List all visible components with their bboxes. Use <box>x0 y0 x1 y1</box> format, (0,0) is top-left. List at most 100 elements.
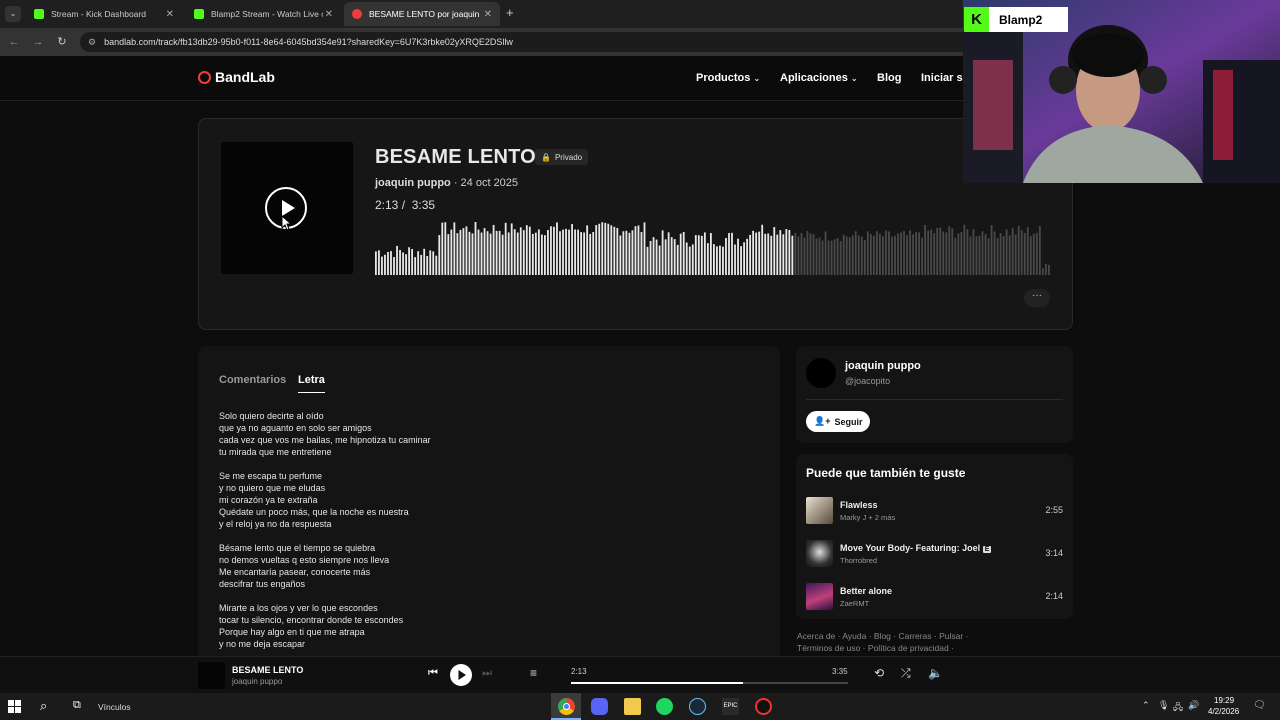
footer-link[interactable]: Términos de uso <box>797 643 860 653</box>
clock-date[interactable]: 4/2/2026 <box>1208 707 1239 716</box>
footer-link[interactable]: Carreras <box>898 631 931 641</box>
player-current-time: 2:13 <box>571 667 587 676</box>
links-label[interactable]: Vínculos <box>98 702 131 712</box>
search-icon[interactable]: ⌕ <box>40 698 47 714</box>
waveform-bar <box>948 226 951 275</box>
chrome-icon[interactable] <box>558 698 575 715</box>
browser-tab-kick-dashboard[interactable]: Stream - Kick Dashboard ✕ <box>26 2 182 26</box>
lyrics-line: Porque hay algo en ti que me atrapa <box>219 627 365 637</box>
lyrics-line: no demos vueltas q esto siempre nos llev… <box>219 555 390 565</box>
tab-letra[interactable]: Letra <box>298 374 325 393</box>
tab-search-icon[interactable]: ⌄ <box>5 6 21 22</box>
nav-blog[interactable]: Blog <box>877 72 901 84</box>
waveform-bar <box>1011 228 1014 275</box>
waveform-bar <box>939 227 942 275</box>
progress-slider[interactable] <box>571 682 848 684</box>
kick-channel-badge: K Blamp2 <box>964 7 1068 32</box>
player-track-title[interactable]: BESAME LENTO <box>232 665 303 675</box>
track-artist-link[interactable]: joaquin puppo <box>375 177 451 189</box>
close-tab-icon[interactable]: ✕ <box>166 9 174 20</box>
list-item[interactable]: Flawless Marky J + 2 más 2:55 <box>806 497 1063 525</box>
site-info-icon[interactable]: ⚙ <box>88 37 96 48</box>
tray-chevron-icon[interactable]: ⌃ <box>1142 700 1150 711</box>
waveform-bar <box>915 232 918 275</box>
windows-start-icon[interactable] <box>8 700 21 713</box>
forward-arrow-icon[interactable]: → <box>30 34 46 50</box>
next-icon[interactable]: ⏭ <box>482 667 492 680</box>
epic-games-icon[interactable]: EPIC <box>722 698 739 715</box>
player-track-artist[interactable]: joaquin puppo <box>232 677 282 686</box>
waveform-bar <box>661 230 664 275</box>
close-tab-icon[interactable]: ✕ <box>484 9 492 20</box>
waveform-bar <box>851 235 854 275</box>
footer-link[interactable]: Pulsar <box>939 631 963 641</box>
back-arrow-icon[interactable]: ← <box>6 34 22 50</box>
waveform[interactable] <box>375 217 1051 275</box>
waveform-bar <box>821 240 824 275</box>
queue-icon[interactable]: ≡ <box>530 666 537 680</box>
lyrics-line: tu mirada que me entretiene <box>219 447 332 457</box>
spotify-icon[interactable] <box>656 698 673 715</box>
task-view-icon[interactable]: ⧉ <box>73 699 81 712</box>
browser-tab-bandlab[interactable]: BESAME LENTO por joaquin pu ✕ <box>344 2 500 26</box>
waveform-bar <box>833 239 836 275</box>
waveform-bar <box>1023 233 1026 275</box>
clock-time[interactable]: 19:29 <box>1214 696 1234 705</box>
footer-link[interactable]: Ayuda <box>842 631 866 641</box>
waveform-bar <box>776 234 779 275</box>
follow-button[interactable]: 👤+ Seguir <box>806 411 871 432</box>
new-tab-icon[interactable]: + <box>506 5 514 20</box>
bandlab-logo[interactable]: BandLab <box>198 69 275 85</box>
waveform-bar <box>673 239 676 275</box>
notifications-icon[interactable]: 🗨 <box>1253 700 1266 711</box>
tab-title: BESAME LENTO por joaquin pu <box>369 9 479 19</box>
more-options-button[interactable]: ··· <box>1024 289 1050 307</box>
waveform-bar <box>752 230 755 275</box>
reload-icon[interactable]: ↻ <box>54 34 70 50</box>
footer-link[interactable]: Blog <box>874 631 891 641</box>
tab-comentarios[interactable]: Comentarios <box>219 374 286 386</box>
volume-icon[interactable]: 🔈 <box>928 666 943 680</box>
kick-favicon-icon <box>34 9 44 19</box>
url-input[interactable]: ⚙ bandlab.com/track/fb13db29-95b0-f011-8… <box>80 32 980 52</box>
browser-tab-blamp2-stream[interactable]: Blamp2 Stream - Watch Live on ✕ <box>186 2 341 26</box>
player-cover[interactable] <box>198 662 225 689</box>
waveform-bar <box>1041 268 1044 275</box>
avatar[interactable] <box>806 358 836 388</box>
waveform-bar <box>583 232 586 275</box>
lyrics-line: Solo quiero decirte al oído <box>219 411 324 421</box>
list-item[interactable]: Move Your Body- Featuring: Joel E Thorro… <box>806 540 1063 568</box>
waveform-bar <box>731 232 733 275</box>
waveform-bar <box>839 241 842 275</box>
play-pause-button[interactable] <box>450 664 472 686</box>
discord-icon[interactable] <box>591 698 608 715</box>
list-item[interactable]: Better alone ZaeRMT 2:14 <box>806 583 1063 611</box>
waveform-bar <box>390 251 392 275</box>
waveform-bar <box>504 222 507 275</box>
waveform-bar <box>417 251 420 275</box>
microphone-icon[interactable]: 🎙 <box>1158 700 1169 711</box>
close-tab-icon[interactable]: ✕ <box>325 9 333 20</box>
footer-link[interactable]: Acerca de <box>797 631 835 641</box>
waveform-bar <box>658 245 661 275</box>
waveform-bar <box>516 232 519 275</box>
waveform-bar <box>429 250 432 275</box>
footer-link[interactable]: Política de privacidad <box>868 643 949 653</box>
waveform-bar <box>722 246 724 275</box>
waveform-bar <box>513 229 516 275</box>
nav-iniciar-sesion[interactable]: Iniciar se <box>921 72 969 84</box>
steam-icon[interactable] <box>689 698 706 715</box>
file-explorer-icon[interactable] <box>624 698 641 715</box>
shuffle-icon[interactable]: ⤮ <box>901 666 911 681</box>
repeat-icon[interactable]: ⟲ <box>874 666 884 680</box>
network-icon[interactable]: 🖧 <box>1173 700 1183 716</box>
app-icon[interactable] <box>755 698 772 715</box>
nav-aplicaciones[interactable]: Aplicaciones ⌄ <box>780 72 858 84</box>
track-thumbnail <box>806 583 833 610</box>
speaker-icon[interactable]: 🔊 <box>1188 700 1199 711</box>
current-time: 2:13 <box>375 198 399 212</box>
previous-icon[interactable]: ⏮ <box>428 667 438 680</box>
nav-productos[interactable]: Productos ⌄ <box>696 72 760 84</box>
waveform-bar <box>619 235 622 275</box>
artist-name[interactable]: joaquin puppo <box>845 360 921 372</box>
